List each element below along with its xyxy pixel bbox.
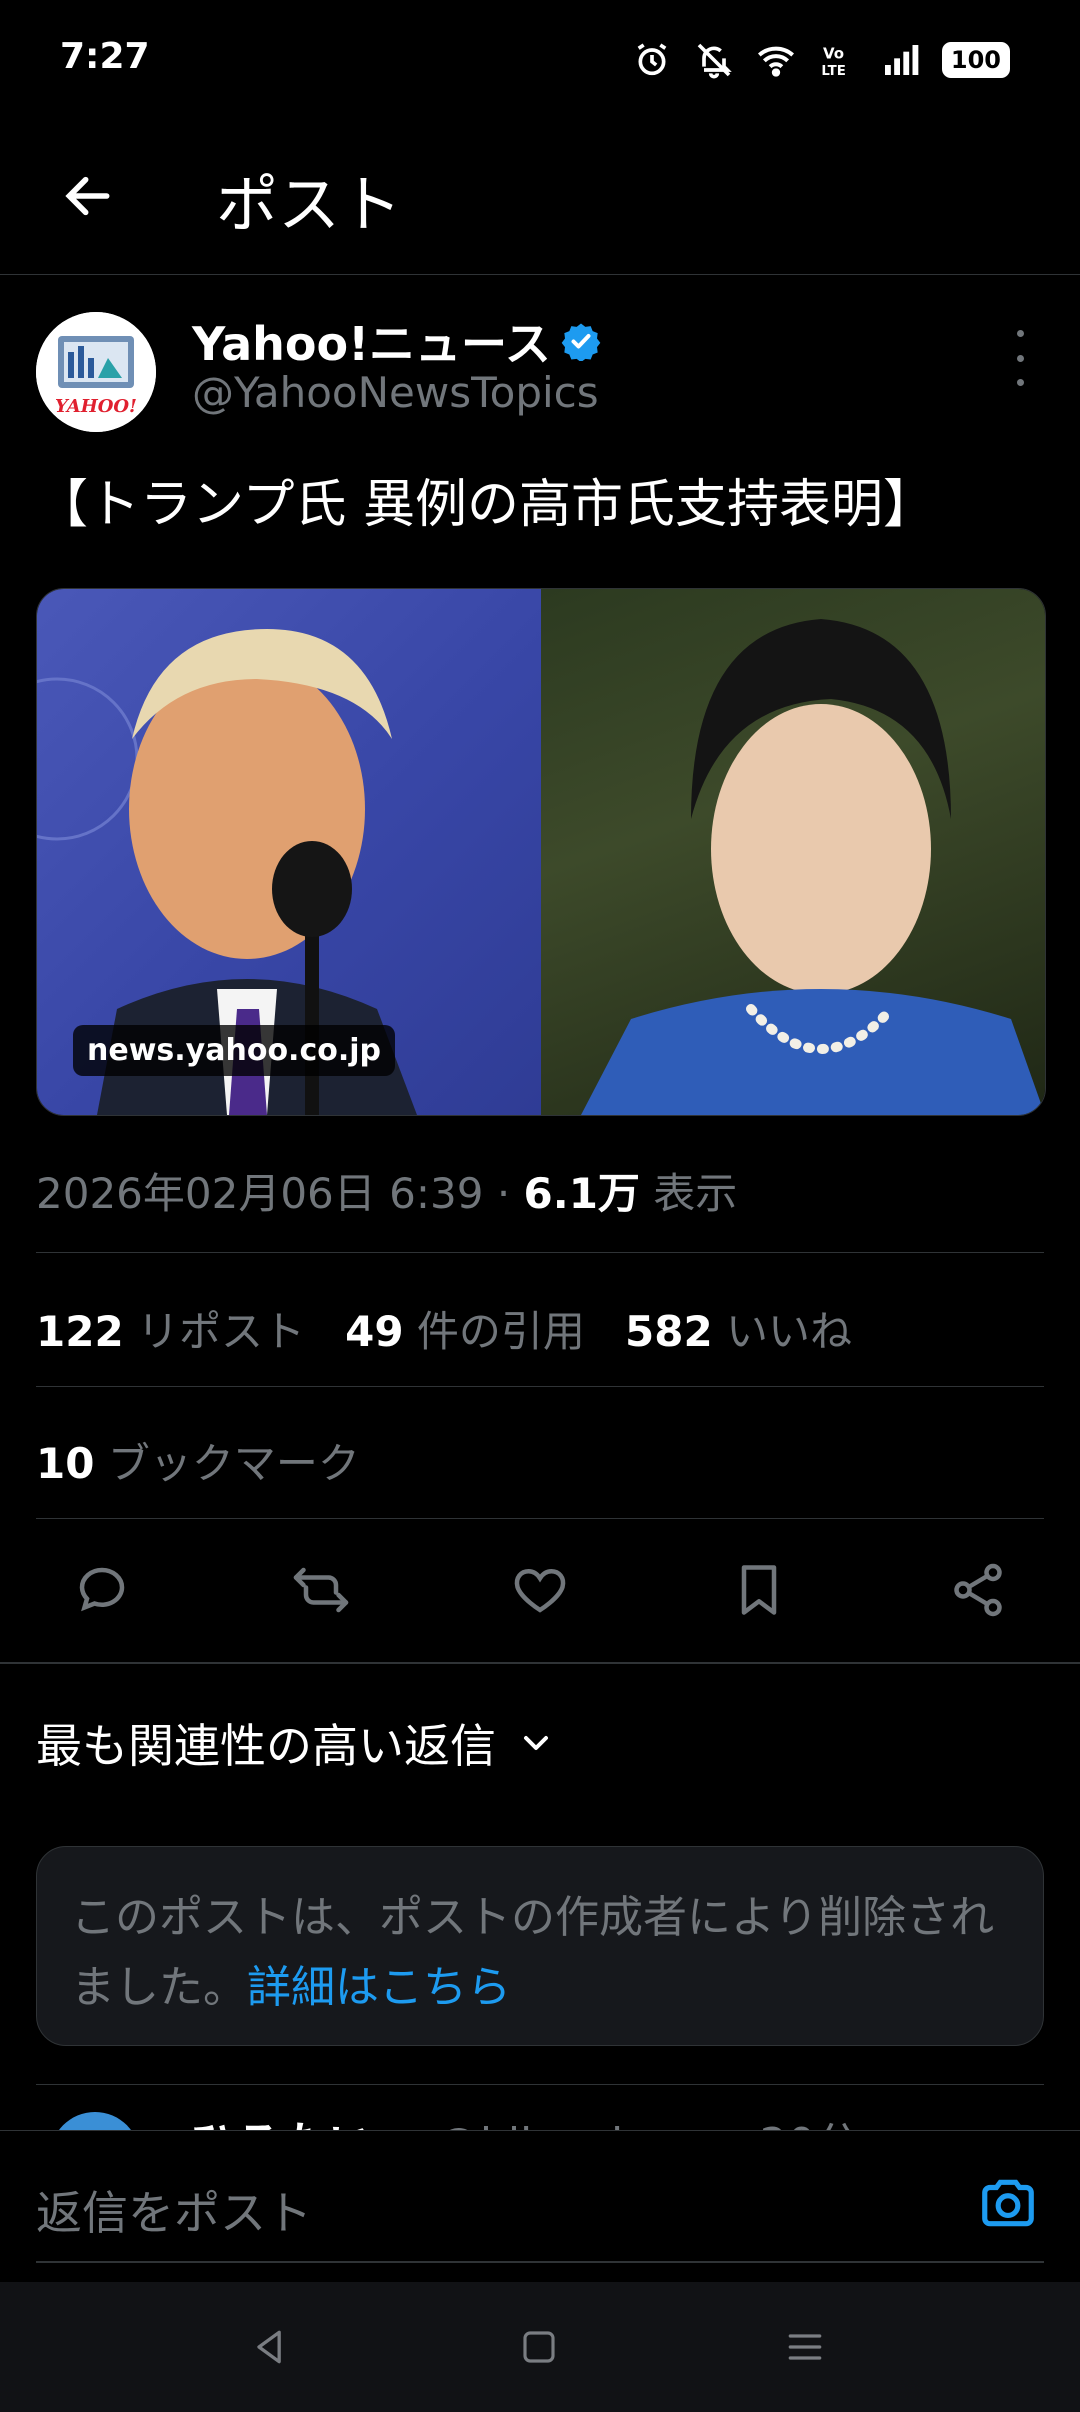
verified-badge-icon [561, 323, 601, 361]
like-button[interactable] [508, 1558, 572, 1622]
post-media-card[interactable]: news.yahoo.co.jp [36, 588, 1046, 1116]
share-button[interactable] [946, 1558, 1010, 1622]
back-arrow-icon [65, 176, 110, 216]
section-divider [0, 1662, 1080, 1664]
woman-photo-placeholder [581, 619, 1045, 1115]
media-source-label: news.yahoo.co.jp [73, 1025, 395, 1076]
page-title: ポスト [216, 168, 403, 241]
reply-input[interactable]: 返信をポスト [36, 2177, 312, 2243]
deleted-post-notice: このポストは、ポストの作成者により削除されました。詳細はこちら [36, 1846, 1044, 2046]
divider [36, 2084, 1044, 2085]
mute-icon [697, 43, 732, 79]
meta-separator: · [496, 1169, 511, 1218]
back-button[interactable] [52, 160, 124, 232]
wifi-icon [757, 46, 794, 77]
reply-icon [79, 1567, 125, 1612]
divider [36, 1518, 1044, 1519]
engagement-stats: 122 リポスト 49 件の引用 582 いいね [36, 1298, 852, 1359]
heart-icon [514, 1568, 566, 1613]
bookmarks-label: ブックマーク [107, 1439, 360, 1488]
bookmarks-stat[interactable]: 10 ブックマーク [36, 1430, 360, 1491]
reply-sort-label: 最も関連性の高い返信 [36, 1719, 496, 1773]
nav-home-icon [523, 2331, 555, 2363]
details-link[interactable]: 詳細はこちら [247, 1962, 511, 2013]
svg-text:Vo: Vo [823, 44, 844, 62]
camera-button[interactable] [976, 2171, 1040, 2235]
more-options-icon[interactable] [998, 330, 1042, 386]
photo-right [541, 589, 1045, 1115]
bookmark-icon [741, 1565, 777, 1615]
nav-menu-button[interactable] [770, 2312, 840, 2382]
reply-compose-bar: 返信をポスト [0, 2130, 1080, 2281]
repost-icon [293, 1567, 349, 1613]
chevron-down-icon [524, 1736, 548, 1750]
post-date: 2026年02月06日 6:39 [36, 1169, 484, 1218]
post-action-bar [36, 1550, 1044, 1630]
nav-back-button[interactable] [235, 2312, 305, 2382]
reply-button[interactable] [70, 1558, 134, 1622]
reply-sort-dropdown[interactable]: 最も関連性の高い返信 [36, 1710, 556, 1776]
author-handle[interactable]: @YahooNewsTopics [192, 368, 599, 417]
volte-icon: Vo LTE [821, 44, 845, 79]
nav-home-button[interactable] [504, 2312, 574, 2382]
system-nav-bar [0, 2282, 1080, 2412]
share-icon [954, 1563, 1002, 1617]
camera-icon [982, 2179, 1034, 2227]
quotes-stat[interactable]: 49 件の引用 [345, 1307, 585, 1356]
alarm-icon [637, 43, 667, 76]
reposts-stat[interactable]: 122 リポスト [36, 1307, 305, 1356]
post-meta: 2026年02月06日 6:39 · 6.1万 表示 [36, 1160, 737, 1221]
author-avatar[interactable]: YAHOO! [36, 312, 156, 432]
views-count: 6.1万 [523, 1169, 640, 1218]
divider [36, 1386, 1044, 1387]
app-bar: ポスト [0, 130, 1080, 275]
post-text: 【トランプ氏 異例の高市氏支持表明】 [36, 475, 935, 535]
nav-back-icon [257, 2330, 281, 2364]
input-underline [36, 2261, 1044, 2263]
svg-text:YAHOO!: YAHOO! [55, 396, 137, 417]
likes-stat[interactable]: 582 いいね [625, 1307, 852, 1356]
svg-text:LTE: LTE [821, 64, 845, 79]
yahoo-news-logo-icon: YAHOO! [36, 312, 156, 432]
status-icons: Vo LTE 100 [632, 40, 1010, 80]
bookmark-button[interactable] [727, 1558, 791, 1622]
signal-icon [884, 45, 919, 75]
deleted-notice-text: このポストは、ポストの作成者により削除されました。 [71, 1892, 995, 2013]
battery-icon: 100 [941, 42, 1010, 78]
bookmarks-count: 10 [36, 1439, 95, 1488]
repost-button[interactable] [289, 1558, 353, 1622]
divider [36, 1252, 1044, 1253]
views-label: 表示 [653, 1169, 738, 1218]
author-name[interactable]: Yahoo!ニュース [192, 308, 601, 374]
nav-menu-icon [788, 2334, 822, 2360]
author-name-text[interactable]: Yahoo!ニュース [192, 308, 551, 374]
status-bar: 7:27 Vo LTE 100 [0, 0, 1080, 120]
status-time: 7:27 [60, 36, 150, 77]
